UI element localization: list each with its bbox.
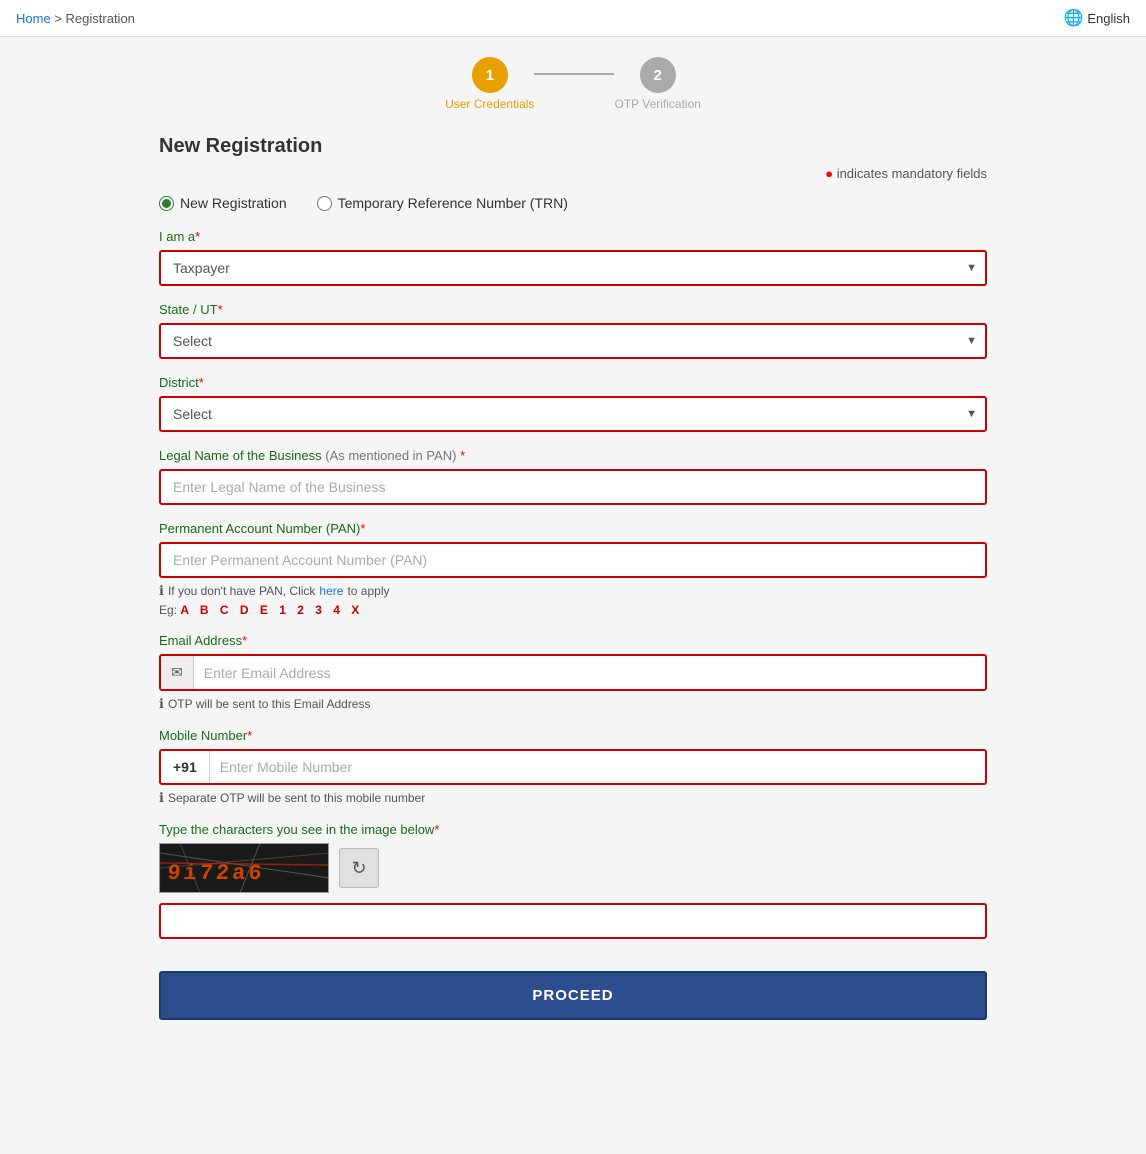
mobile-input[interactable] bbox=[210, 751, 985, 783]
i-am-a-select-wrapper: Taxpayer bbox=[159, 250, 987, 286]
pan-eg: Eg: A B C D E 1 2 3 4 X bbox=[159, 603, 987, 617]
legal-name-sub: (As mentioned in PAN) bbox=[325, 448, 456, 463]
email-input[interactable] bbox=[194, 657, 985, 689]
mobile-group: Mobile Number* +91 ℹ Separate OTP will b… bbox=[159, 728, 987, 806]
info-icon-mobile: ℹ bbox=[159, 790, 164, 806]
breadcrumb: Home > Registration bbox=[16, 11, 135, 26]
email-label: Email Address* bbox=[159, 633, 987, 648]
info-icon-pan: ℹ bbox=[159, 583, 164, 599]
step-2-label: OTP Verification bbox=[614, 97, 700, 111]
captcha-group: Type the characters you see in the image… bbox=[159, 822, 987, 955]
i-am-a-group: I am a* Taxpayer bbox=[159, 229, 987, 286]
radio-trn-label: Temporary Reference Number (TRN) bbox=[338, 195, 568, 211]
radio-new-registration-label: New Registration bbox=[180, 195, 287, 211]
radio-trn[interactable]: Temporary Reference Number (TRN) bbox=[317, 195, 568, 211]
radio-trn-input[interactable] bbox=[317, 196, 332, 211]
state-ut-group: State / UT* Select bbox=[159, 302, 987, 359]
state-ut-select[interactable]: Select bbox=[159, 323, 987, 359]
language-selector[interactable]: 🌐 English bbox=[1063, 8, 1130, 28]
mandatory-star-4: * bbox=[460, 448, 465, 463]
language-label: English bbox=[1087, 11, 1130, 26]
mandatory-star-7: * bbox=[247, 728, 252, 743]
page-title: New Registration bbox=[159, 135, 987, 158]
mobile-input-wrapper: +91 bbox=[159, 749, 987, 785]
legal-name-label: Legal Name of the Business (As mentioned… bbox=[159, 448, 987, 463]
mandatory-dot: ● bbox=[825, 166, 833, 181]
i-am-a-label: I am a* bbox=[159, 229, 987, 244]
mobile-hint: ℹ Separate OTP will be sent to this mobi… bbox=[159, 790, 987, 806]
mandatory-star-3: * bbox=[199, 375, 204, 390]
email-input-wrapper: ✉ bbox=[159, 654, 987, 691]
captcha-input[interactable] bbox=[159, 903, 987, 939]
district-select-wrapper: Select bbox=[159, 396, 987, 432]
captcha-refresh-button[interactable]: ↻ bbox=[339, 848, 379, 888]
pan-input[interactable] bbox=[159, 542, 987, 578]
mandatory-text: indicates mandatory fields bbox=[837, 166, 987, 181]
home-link[interactable]: Home bbox=[16, 11, 51, 26]
top-bar: Home > Registration 🌐 English bbox=[0, 0, 1146, 37]
state-ut-select-wrapper: Select bbox=[159, 323, 987, 359]
radio-new-registration-input[interactable] bbox=[159, 196, 174, 211]
legal-name-input[interactable] bbox=[159, 469, 987, 505]
step-2: 2 OTP Verification bbox=[614, 57, 700, 111]
step-1-circle: 1 bbox=[472, 57, 508, 93]
pan-group: Permanent Account Number (PAN)* ℹ If you… bbox=[159, 521, 987, 617]
info-icon-email: ℹ bbox=[159, 696, 164, 712]
pan-eg-label: Eg: bbox=[159, 603, 177, 617]
captcha-row: 9i72a6 ↻ bbox=[159, 843, 987, 893]
breadcrumb-separator: > bbox=[54, 11, 65, 26]
mandatory-star-5: * bbox=[360, 521, 365, 536]
mandatory-star-1: * bbox=[195, 229, 200, 244]
registration-type-group: New Registration Temporary Reference Num… bbox=[159, 195, 987, 211]
email-hint-text: OTP will be sent to this Email Address bbox=[168, 697, 371, 711]
radio-new-registration[interactable]: New Registration bbox=[159, 195, 287, 211]
pan-eg-chars: A B C D E 1 2 3 4 X bbox=[180, 603, 363, 617]
mandatory-star-2: * bbox=[218, 302, 223, 317]
step-line bbox=[534, 73, 614, 75]
district-select[interactable]: Select bbox=[159, 396, 987, 432]
legal-name-group: Legal Name of the Business (As mentioned… bbox=[159, 448, 987, 505]
stepper: 1 User Credentials 2 OTP Verification bbox=[159, 57, 987, 111]
step-2-circle: 2 bbox=[640, 57, 676, 93]
refresh-icon: ↻ bbox=[351, 858, 366, 879]
captcha-image: 9i72a6 bbox=[159, 843, 329, 893]
email-icon: ✉ bbox=[161, 656, 194, 689]
email-group: Email Address* ✉ ℹ OTP will be sent to t… bbox=[159, 633, 987, 712]
i-am-a-select[interactable]: Taxpayer bbox=[159, 250, 987, 286]
email-hint: ℹ OTP will be sent to this Email Address bbox=[159, 696, 987, 712]
mobile-label: Mobile Number* bbox=[159, 728, 987, 743]
proceed-button[interactable]: PROCEED bbox=[159, 971, 987, 1020]
district-group: District* Select bbox=[159, 375, 987, 432]
step-1-label: User Credentials bbox=[445, 97, 534, 111]
pan-hint-text: If you don't have PAN, Click bbox=[168, 584, 315, 598]
captcha-label: Type the characters you see in the image… bbox=[159, 822, 987, 837]
pan-label: Permanent Account Number (PAN)* bbox=[159, 521, 987, 536]
main-content: 1 User Credentials 2 OTP Verification Ne… bbox=[143, 37, 1003, 1060]
mobile-prefix: +91 bbox=[161, 751, 210, 783]
state-ut-label: State / UT* bbox=[159, 302, 987, 317]
step-1: 1 User Credentials bbox=[445, 57, 534, 111]
mobile-hint-text: Separate OTP will be sent to this mobile… bbox=[168, 791, 425, 805]
breadcrumb-current: Registration bbox=[66, 11, 135, 26]
pan-hint-link[interactable]: here bbox=[319, 584, 343, 598]
district-label: District* bbox=[159, 375, 987, 390]
mandatory-note: ● indicates mandatory fields bbox=[159, 166, 987, 181]
mandatory-star-6: * bbox=[242, 633, 247, 648]
globe-icon: 🌐 bbox=[1063, 8, 1083, 28]
pan-hint: ℹ If you don't have PAN, Click here to a… bbox=[159, 583, 987, 599]
mandatory-star-8: * bbox=[434, 822, 439, 837]
pan-hint-suffix: to apply bbox=[347, 584, 389, 598]
